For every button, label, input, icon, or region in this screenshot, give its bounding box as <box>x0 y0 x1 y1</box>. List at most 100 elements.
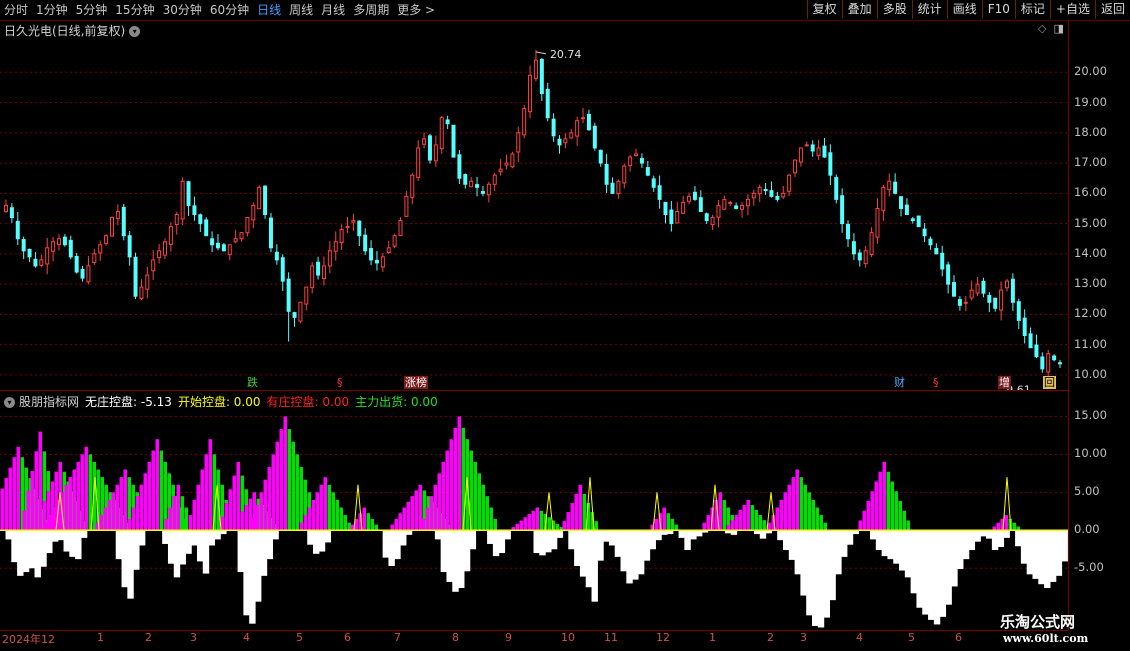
candle <box>586 109 591 131</box>
indicator-bar <box>283 416 287 531</box>
candle <box>604 154 609 193</box>
toolbar-button[interactable]: 多股 <box>876 0 912 19</box>
toolbar-button[interactable]: 统计 <box>911 0 947 19</box>
indicator-bar-white <box>324 530 332 543</box>
candle <box>86 256 91 285</box>
indicator-bar <box>64 484 68 531</box>
price-tick: 13.00 <box>1074 276 1107 291</box>
period-tab[interactable]: 月线 <box>317 0 349 20</box>
candlestick-chart[interactable]: 20.749.61 <box>0 36 1068 390</box>
candle <box>98 240 103 261</box>
candle <box>634 148 639 157</box>
candle <box>386 240 391 255</box>
event-marker[interactable]: 财 <box>893 376 906 389</box>
period-tab[interactable]: 15分钟 <box>111 0 158 20</box>
toolbar-button[interactable]: F10 <box>981 0 1015 19</box>
indicator-bar-white <box>637 530 645 575</box>
indicator-bar-white <box>887 530 894 560</box>
event-marker[interactable]: 回 <box>1043 376 1056 389</box>
indicator-bar-white <box>788 530 796 560</box>
indicator-bar <box>1012 522 1016 531</box>
indicator-bar <box>366 513 370 531</box>
diamond-icon[interactable]: ◇ <box>1038 22 1046 35</box>
indicator-bar <box>754 510 758 531</box>
candle <box>15 212 20 245</box>
indicator-bar <box>406 501 410 531</box>
indicator-bar-white <box>545 530 552 553</box>
candle <box>463 173 468 189</box>
indicator-bar-white <box>899 530 906 571</box>
indicator-bar <box>666 513 670 531</box>
candle <box>221 243 226 252</box>
indicator-bar-white <box>51 530 59 542</box>
indicator-bar-white <box>46 530 53 554</box>
indicator-bar-white <box>597 530 604 561</box>
event-marker[interactable]: 增 <box>998 376 1011 389</box>
indicator-bar <box>730 520 734 531</box>
indicator-bar <box>449 439 453 531</box>
indicator-bar <box>566 512 570 531</box>
indicator-chart[interactable] <box>0 405 1068 629</box>
indicator-bar <box>898 501 902 531</box>
indicator-bar <box>706 515 710 531</box>
indicator-bar <box>799 477 803 531</box>
candle <box>769 181 774 198</box>
period-tab[interactable]: 分时 <box>0 0 32 20</box>
period-tab[interactable]: 日线 <box>253 0 285 20</box>
indicator-bar-white <box>991 530 999 551</box>
toolbar-button[interactable]: 标记 <box>1014 0 1050 19</box>
indicator-bar-white <box>951 530 958 587</box>
indicator-bar <box>858 520 862 531</box>
year-label: 2024年12 <box>2 633 55 646</box>
candle <box>952 275 957 297</box>
indicator-bar <box>718 492 722 531</box>
indicator-bar-white <box>57 530 65 541</box>
period-tab[interactable]: 1分钟 <box>32 0 72 20</box>
candle <box>480 185 485 197</box>
indicator-bar-white <box>237 530 244 573</box>
event-marker[interactable]: § <box>932 376 940 389</box>
toolbar-button[interactable]: 画线 <box>946 0 982 19</box>
indicator-bar-white <box>614 530 622 557</box>
indicator-bar-white <box>307 530 314 545</box>
period-tab[interactable]: 多周期 <box>349 0 393 20</box>
candle <box>810 140 815 157</box>
window-toggle-icon[interactable]: ◨ <box>1053 22 1063 35</box>
indicator-bar <box>299 522 303 531</box>
month-label: 2 <box>767 631 774 644</box>
indicator-bar-white <box>249 530 256 624</box>
period-tab[interactable]: 60分钟 <box>206 0 253 20</box>
candle <box>1010 273 1015 311</box>
event-marker[interactable]: § <box>336 376 344 389</box>
indicator-bar-white <box>434 530 442 540</box>
price-tick: 15.00 <box>1074 215 1107 230</box>
indicator-bar <box>16 446 20 531</box>
toolbar-button[interactable]: 叠加 <box>841 0 877 19</box>
candle <box>304 286 309 311</box>
toolbar-button[interactable]: 返回 <box>1094 0 1130 19</box>
period-tab[interactable]: 更多 > <box>393 0 439 20</box>
event-marker[interactable]: 跌 <box>246 376 259 389</box>
price-tick: 19.00 <box>1074 94 1107 109</box>
indicator-bar <box>192 499 196 531</box>
toolbar-button[interactable]: 复权 <box>806 0 842 19</box>
candle <box>427 133 432 164</box>
period-tab[interactable]: 5分钟 <box>72 0 112 20</box>
indicator-bar <box>188 515 192 531</box>
indicator-bar-white <box>452 530 459 592</box>
period-tab[interactable]: 周线 <box>285 0 317 20</box>
toolbar-button[interactable]: +自选 <box>1049 0 1095 19</box>
indicator-bar <box>437 473 441 531</box>
candle <box>74 252 79 274</box>
indicator-bar-white <box>939 530 947 617</box>
candle <box>127 231 132 266</box>
event-marker[interactable]: 涨榜 <box>404 376 428 389</box>
panel-divider <box>0 390 1068 391</box>
candle <box>551 113 556 142</box>
period-tab[interactable]: 30分钟 <box>159 0 206 20</box>
indicator-bar <box>425 507 429 531</box>
watermark-url: www.60lt.com <box>1003 632 1089 645</box>
indicator-bar <box>350 524 354 531</box>
indicator-bar-white <box>446 530 453 582</box>
candle <box>227 244 232 261</box>
